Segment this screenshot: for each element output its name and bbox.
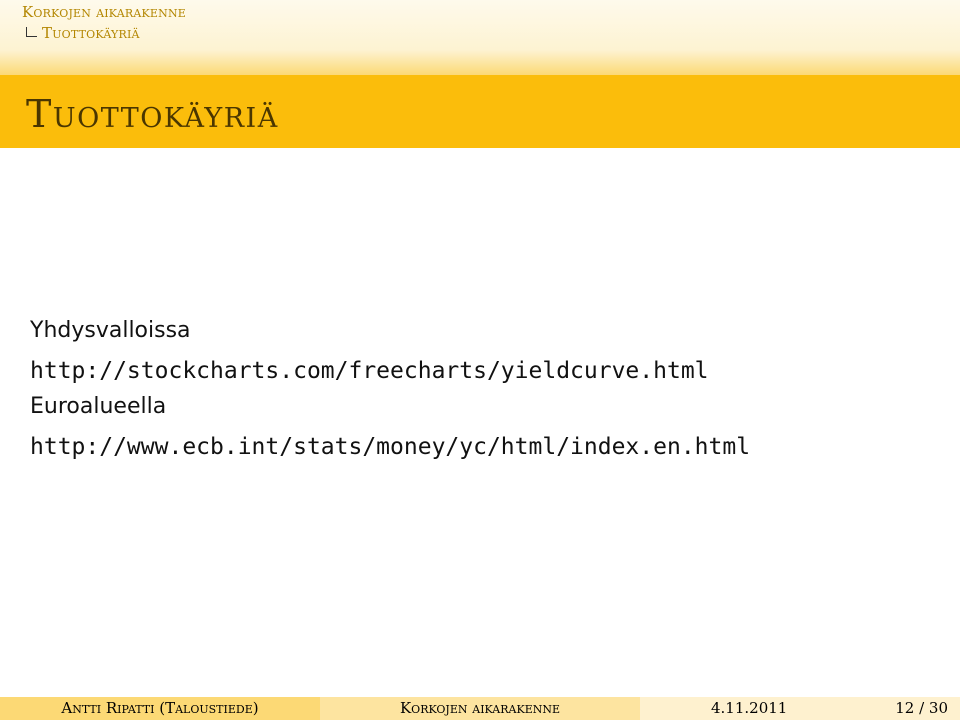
yield-curve-link-euro[interactable]: http://www.ecb.int/stats/money/yc/html/i… — [30, 432, 750, 470]
footer-info: 4.11.2011 12 / 30 — [640, 697, 960, 720]
region-label-us: Yhdysvalloissa — [30, 318, 191, 343]
footer-date: 4.11.2011 — [711, 699, 788, 717]
nav-subsection-link[interactable]: Tuottokäyriä — [26, 24, 140, 42]
footer-title: Korkojen aikarakenne — [320, 697, 640, 720]
nav-subsection-label: Tuottokäyriä — [42, 24, 140, 42]
tree-branch-icon — [26, 27, 37, 37]
footer-page-number: 12 / 30 — [895, 699, 948, 717]
yield-curve-link-us[interactable]: http://stockcharts.com/freecharts/yieldc… — [30, 356, 750, 394]
region-label-euro: Euroalueella — [30, 394, 167, 419]
footer-author: Antti Ripatti (Taloustiede) — [0, 697, 320, 720]
slide-content: Yhdysvalloissa http://stockcharts.com/fr… — [30, 318, 750, 470]
nav-section-link[interactable]: Korkojen aikarakenne — [22, 3, 186, 21]
frame-title-bar: Tuottokäyriä — [0, 75, 960, 148]
frame-title: Tuottokäyriä — [26, 92, 279, 136]
headline-navigation: Korkojen aikarakenne Tuottokäyriä — [0, 0, 960, 75]
footline: Antti Ripatti (Taloustiede) Korkojen aik… — [0, 697, 960, 720]
